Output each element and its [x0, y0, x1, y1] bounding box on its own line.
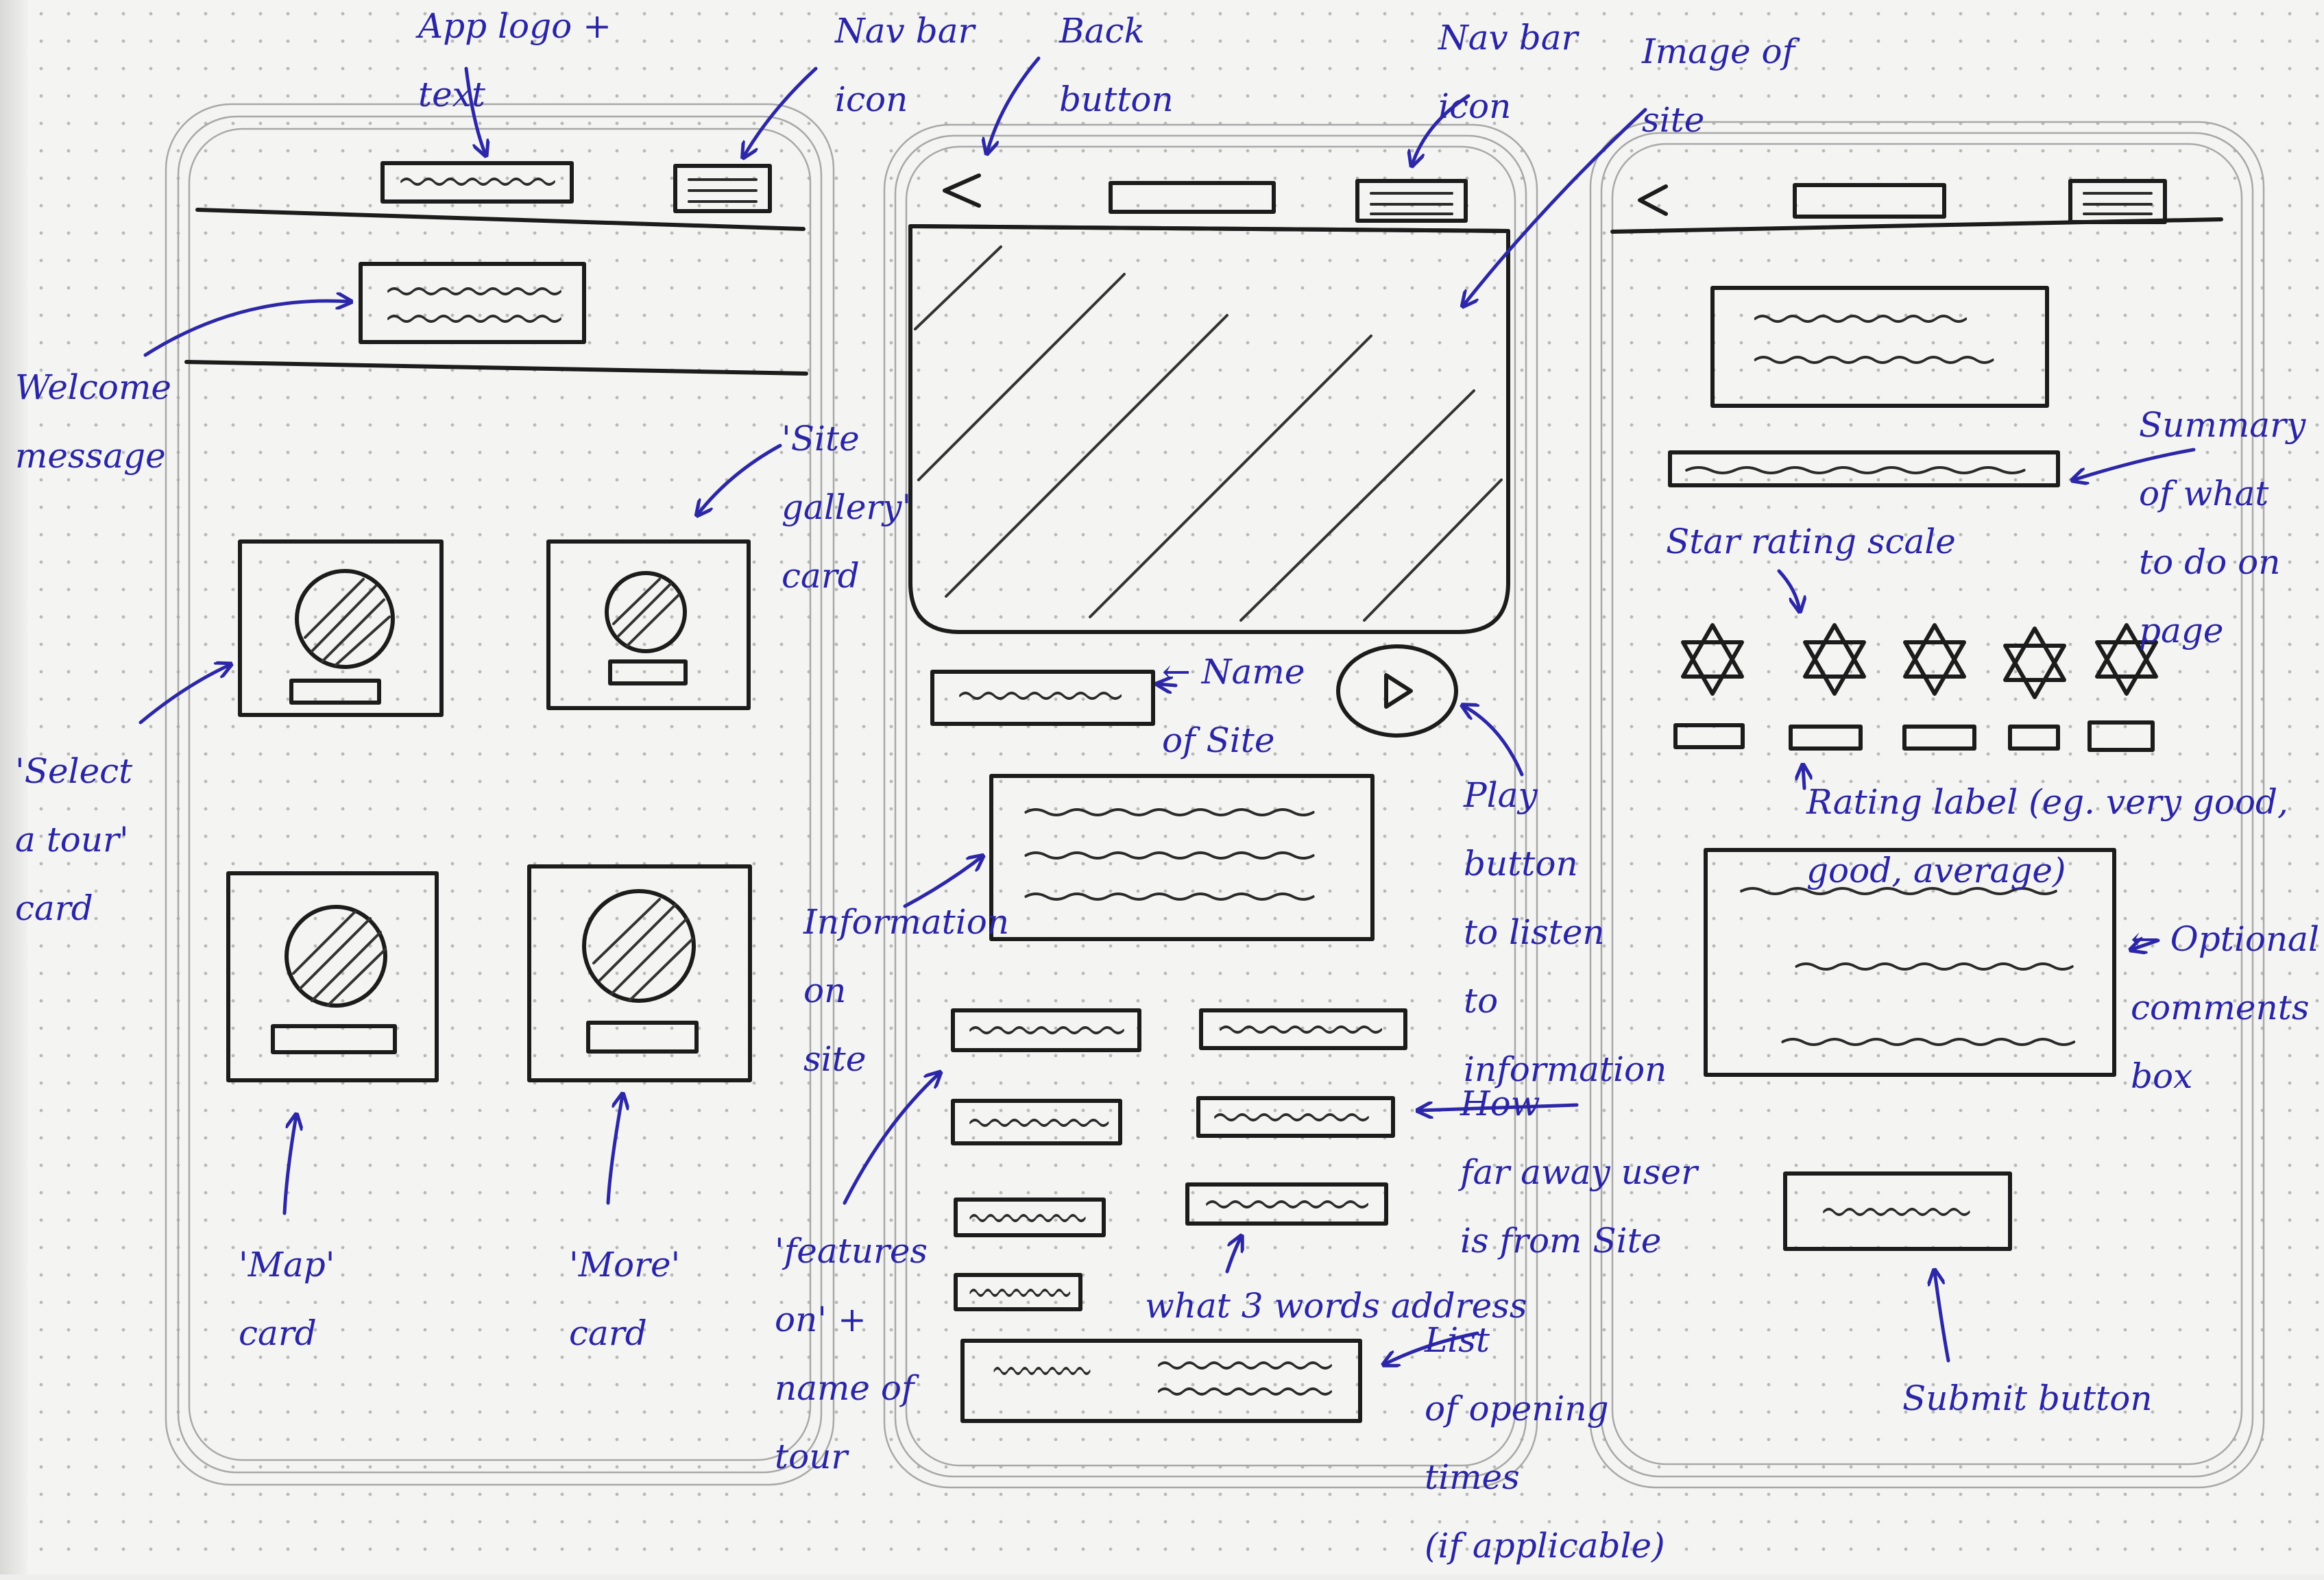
site-gallery-card[interactable]	[546, 539, 751, 710]
label-star-scale: Star rating scale	[1666, 522, 1956, 561]
label-summary: Summary of what to do on page	[2139, 405, 2306, 651]
label-submit: Submit button	[1902, 1378, 2153, 1418]
star-icon-4	[2005, 629, 2064, 697]
star-icon-1	[1683, 625, 1742, 694]
label-information: Information on site	[803, 902, 1010, 1079]
title-box	[1109, 181, 1276, 214]
label-more-card: 'More' card	[569, 1245, 681, 1353]
map-card[interactable]	[226, 871, 439, 1082]
submit-button[interactable]	[1783, 1171, 2012, 1251]
star-icon-3	[1905, 625, 1964, 694]
label-comments: ← Optional comments box	[2131, 919, 2319, 1096]
welcome-message-box	[359, 262, 586, 344]
site-image	[908, 224, 1510, 634]
label-opening-times: List of opening times (if applicable)	[1425, 1320, 1665, 1566]
play-button[interactable]	[1336, 644, 1458, 738]
title-box-2	[1793, 183, 1946, 219]
select-a-tour-card[interactable]	[238, 539, 444, 717]
label-nav-icon-2: Nav bar icon	[1438, 18, 1578, 126]
header-box	[1710, 286, 2049, 408]
opening-times-box	[960, 1339, 1362, 1423]
back-chevron-icon[interactable]	[943, 173, 981, 208]
label-welcome: Welcome message	[15, 367, 172, 476]
label-features-on: 'features on' + name of tour	[775, 1231, 928, 1476]
rating-label-boxes	[1673, 720, 2155, 752]
label-select-tour: 'Select a tour' card	[15, 751, 133, 928]
label-site-gallery: 'Site gallery' card	[782, 419, 912, 596]
star-rating-scale[interactable]	[1683, 625, 2156, 697]
back-chevron-icon-2[interactable]	[1638, 184, 1668, 216]
more-card[interactable]	[527, 864, 752, 1082]
label-nav-icon-1: Nav bar icon	[835, 11, 975, 119]
label-play-button: Play button to listen to information	[1464, 775, 1667, 1089]
nav-menu-icon[interactable]	[673, 164, 772, 213]
label-map-card: 'Map' card	[239, 1245, 335, 1353]
distance-boxes	[1185, 1008, 1407, 1226]
star-icon-2	[1805, 625, 1864, 694]
label-how-far: How far away user is from Site	[1460, 1084, 1698, 1261]
nav-menu-icon-3[interactable]	[2068, 179, 2167, 224]
label-back-button: Back button	[1059, 11, 1174, 119]
label-app-logo: App logo + text	[418, 6, 612, 114]
label-name-of-site: ← Name of Site	[1162, 652, 1305, 760]
label-image-of-site: Image of site	[1642, 32, 1795, 140]
label-rating-label: Rating label (eg. very good, good, avera…	[1806, 782, 2288, 890]
